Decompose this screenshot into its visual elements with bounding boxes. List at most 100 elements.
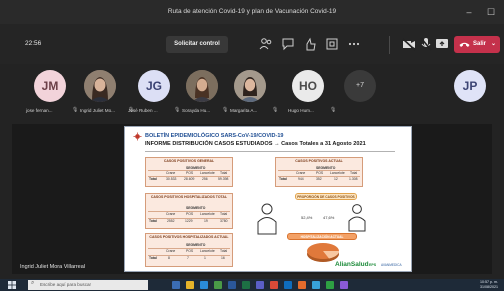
table-header: CASOS POSITIVOS HOSPITALIZADOS ACTUAL <box>149 235 229 239</box>
camera-off-icon[interactable] <box>401 36 417 52</box>
col-header: POS <box>186 249 194 253</box>
edge-browser-icon[interactable] <box>200 281 208 289</box>
participant-tile[interactable]: Margarita A... 🎙︎ <box>228 70 278 122</box>
toolbar-divider <box>389 36 390 54</box>
col-header: Crane <box>166 249 176 253</box>
shared-slide: BOLETÍN EPIDEMIOLÓGICO SARS-CoV-19/COVID… <box>124 126 412 272</box>
window-title: Ruta de atención Covid-19 y plan de Vacu… <box>167 8 337 15</box>
participant-tile[interactable]: JG José Ruben ... 🎙︎ <box>128 70 180 122</box>
cell-value: 1229 <box>185 219 193 223</box>
col-header: POS <box>186 212 194 216</box>
chat-icon[interactable] <box>280 36 296 52</box>
virus-icon <box>133 132 142 141</box>
maximize-button[interactable]: ☐ <box>484 5 498 19</box>
row-label: Total <box>279 177 287 181</box>
person-outline-icon <box>348 204 366 232</box>
cell-value: 3780 <box>220 219 228 223</box>
participant-name: José Ruben ... <box>128 108 158 113</box>
mic-muted-icon: 🎙︎ <box>330 107 337 113</box>
cell-value: 16 <box>221 256 225 260</box>
avatar <box>186 70 218 102</box>
divider <box>145 151 395 152</box>
segment-label: SEGMENTO <box>186 243 206 247</box>
person-outline-icon <box>257 203 277 235</box>
cell-value: 28.609 <box>184 177 195 181</box>
leave-label: Salir <box>473 41 487 47</box>
reactions-icon[interactable] <box>302 36 318 52</box>
cell-value: 30.533 <box>166 177 177 181</box>
search-icon: ⌕ <box>31 280 35 286</box>
cell-value: 8 <box>168 256 170 260</box>
taskbar-search-input[interactable]: Escribe aquí para buscar <box>28 280 148 290</box>
microphone-off-icon[interactable] <box>418 36 434 52</box>
col-header: Total <box>350 171 358 175</box>
proportion-label: PROPORCIÓN DE CASOS POSITIVOS <box>295 193 357 200</box>
person-photo-icon <box>186 70 218 102</box>
participant-tile[interactable]: Ingrid Juliet Mo... 🎙︎ <box>78 70 134 122</box>
participants-strip: JM jose fernan... 🎙︎ Ingrid Juliet Mo...… <box>0 64 504 122</box>
participant-name: jose fernan... <box>26 108 53 113</box>
windows-start-icon[interactable] <box>8 281 16 289</box>
col-header: Crane <box>166 171 176 175</box>
row-label: Total <box>149 256 157 260</box>
file-explorer-icon[interactable] <box>186 281 194 289</box>
participant-tile[interactable]: JM jose fernan... 🎙︎ <box>26 70 78 122</box>
self-tile[interactable]: JP <box>448 70 496 122</box>
col-header: Crane <box>166 212 176 216</box>
cell-value: 1.308 <box>349 177 358 181</box>
table-positives-current: CASOS POSITIVOS ACTUAL SEGMENTO Crane PO… <box>275 157 363 187</box>
row-label: Total <box>149 219 157 223</box>
more-actions-icon[interactable] <box>346 36 362 52</box>
avatar: JM <box>34 70 66 102</box>
leave-button[interactable]: Salir ⌄ <box>454 36 500 53</box>
participants-icon[interactable] <box>258 36 274 52</box>
person-photo-icon <box>84 70 116 102</box>
meeting-toolbar: 22:56 Solicitar control Salir ⌄ <box>0 24 504 64</box>
participant-name: Ingrid Juliet Mo... <box>80 108 115 113</box>
alian-salud-logo: AlianSalud <box>335 261 369 268</box>
col-header: Lancelote <box>200 212 215 216</box>
app-icon[interactable] <box>298 281 306 289</box>
outlook-icon[interactable] <box>284 281 292 289</box>
slide-title: BOLETÍN EPIDEMIOLÓGICO SARS-CoV-19/COVID… <box>145 133 284 139</box>
cell-value: 1 <box>204 256 206 260</box>
col-header: Crane <box>296 171 306 175</box>
participant-tile[interactable]: Sorayda Hu... 🎙︎ <box>180 70 228 122</box>
system-tray-clock[interactable]: 10:57 p. m. 31/08/2021 <box>480 280 498 290</box>
request-control-button[interactable]: Solicitar control <box>166 36 228 53</box>
proportion-value: 52,4% <box>301 215 313 220</box>
excel-icon[interactable] <box>242 281 250 289</box>
app-icon[interactable] <box>312 281 320 289</box>
table-header: CASOS POSITIVOS HOSPITALIZADOS TOTAL <box>150 195 228 199</box>
teams-icon[interactable] <box>256 281 264 289</box>
table-hospitalized-current: CASOS POSITIVOS HOSPITALIZADOS ACTUAL SE… <box>145 233 233 267</box>
avatar: HO <box>292 70 324 102</box>
col-header: Total <box>220 249 228 253</box>
task-view-icon[interactable] <box>172 281 180 289</box>
cell-value: 2552 <box>167 219 175 223</box>
store-icon[interactable] <box>214 281 222 289</box>
more-participants[interactable]: +7 <box>338 70 386 122</box>
segment-label: SEGMENTO <box>186 206 206 210</box>
participant-tile[interactable]: HO Hugo Hum... 🎙︎ <box>286 70 337 122</box>
avatar <box>234 70 266 102</box>
share-screen-icon[interactable] <box>434 36 450 52</box>
shared-screen: BOLETÍN EPIDEMIOLÓGICO SARS-CoV-19/COVID… <box>12 124 492 274</box>
divider <box>148 255 230 256</box>
app-icon[interactable] <box>340 281 348 289</box>
table-header: CASOS POSITIVOS ACTUAL <box>295 159 343 163</box>
avanmedica-logo: AVANMEDICA <box>381 263 402 267</box>
word-icon[interactable] <box>228 281 236 289</box>
app-icon[interactable] <box>326 281 334 289</box>
teams-meeting-window: Ruta de atención Covid-19 y plan de Vacu… <box>0 0 504 291</box>
cell-value: 7 <box>187 256 189 260</box>
os-taskbar: Escribe aquí para buscar ⌕ 10:57 p. m. 3… <box>0 279 504 291</box>
powerpoint-icon[interactable] <box>270 281 278 289</box>
cell-value: 352 <box>316 177 322 181</box>
rooms-icon[interactable] <box>324 36 340 52</box>
table-hospitalized-total: CASOS POSITIVOS HOSPITALIZADOS TOTAL SEG… <box>145 193 233 229</box>
cell-value: 944 <box>298 177 304 181</box>
minimize-button[interactable]: – <box>462 5 476 19</box>
presenter-name: Ingrid Juliet Mora Villarreal <box>20 264 86 270</box>
chevron-down-icon[interactable]: ⌄ <box>491 36 496 53</box>
